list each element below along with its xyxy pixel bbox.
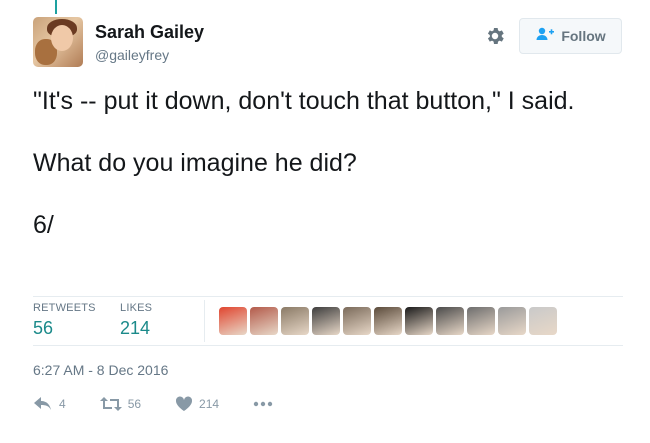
liker-avatar-5[interactable] (343, 307, 371, 335)
retweet-icon (99, 396, 122, 412)
add-user-icon (535, 26, 555, 47)
tweet-text: "It's -- put it down, don't touch that b… (33, 86, 613, 241)
tweet-paragraph: What do you imagine he did? (33, 149, 357, 177)
retweet-action[interactable]: 56 (99, 396, 142, 412)
stats-divider-bottom (33, 345, 623, 346)
liker-avatar-4[interactable] (312, 307, 340, 335)
more-action[interactable] (253, 401, 273, 407)
liker-avatar-8[interactable] (436, 307, 464, 335)
liker-avatar-7[interactable] (405, 307, 433, 335)
tweet-paragraph: 6/ (33, 211, 54, 239)
user-name[interactable]: Sarah Gailey (95, 22, 204, 43)
likes-label: LIKES (120, 302, 153, 314)
retweet-count: 56 (127, 397, 142, 411)
reply-action[interactable]: 4 (33, 396, 66, 412)
tweet-timestamp[interactable]: 6:27 AM - 8 Dec 2016 (33, 362, 168, 378)
avatar[interactable] (33, 17, 83, 67)
user-handle[interactable]: @gaileyfrey (95, 47, 169, 63)
retweets-count: 56 (33, 318, 54, 338)
reply-count: 4 (59, 397, 66, 411)
liker-avatar-11[interactable] (529, 307, 557, 335)
liker-avatar-2[interactable] (250, 307, 278, 335)
stats-separator (204, 300, 205, 342)
follow-button-label: Follow (561, 28, 606, 44)
reply-icon (33, 396, 53, 412)
heart-icon (175, 396, 193, 412)
liker-avatar-1[interactable] (219, 307, 247, 335)
thread-connector-line (55, 0, 57, 14)
like-count: 214 (199, 397, 220, 411)
liker-avatar-9[interactable] (467, 307, 495, 335)
retweets-stat[interactable]: RETWEETS 56 (33, 302, 96, 339)
more-icon (253, 401, 273, 407)
retweets-label: RETWEETS (33, 302, 96, 314)
likers-avatar-row (219, 307, 557, 335)
tweet-actions: 4 56 214 (33, 396, 307, 412)
stats-divider-top (33, 296, 623, 297)
liker-avatar-10[interactable] (498, 307, 526, 335)
liker-avatar-6[interactable] (374, 307, 402, 335)
likes-stat[interactable]: LIKES 214 (120, 302, 152, 339)
face-shape (51, 25, 73, 51)
like-action[interactable]: 214 (175, 396, 219, 412)
tweet-paragraph: "It's -- put it down, don't touch that b… (33, 87, 575, 115)
follow-button[interactable]: Follow (519, 18, 622, 54)
gear-icon[interactable] (484, 25, 506, 47)
likes-count: 214 (120, 318, 151, 338)
liker-avatar-3[interactable] (281, 307, 309, 335)
